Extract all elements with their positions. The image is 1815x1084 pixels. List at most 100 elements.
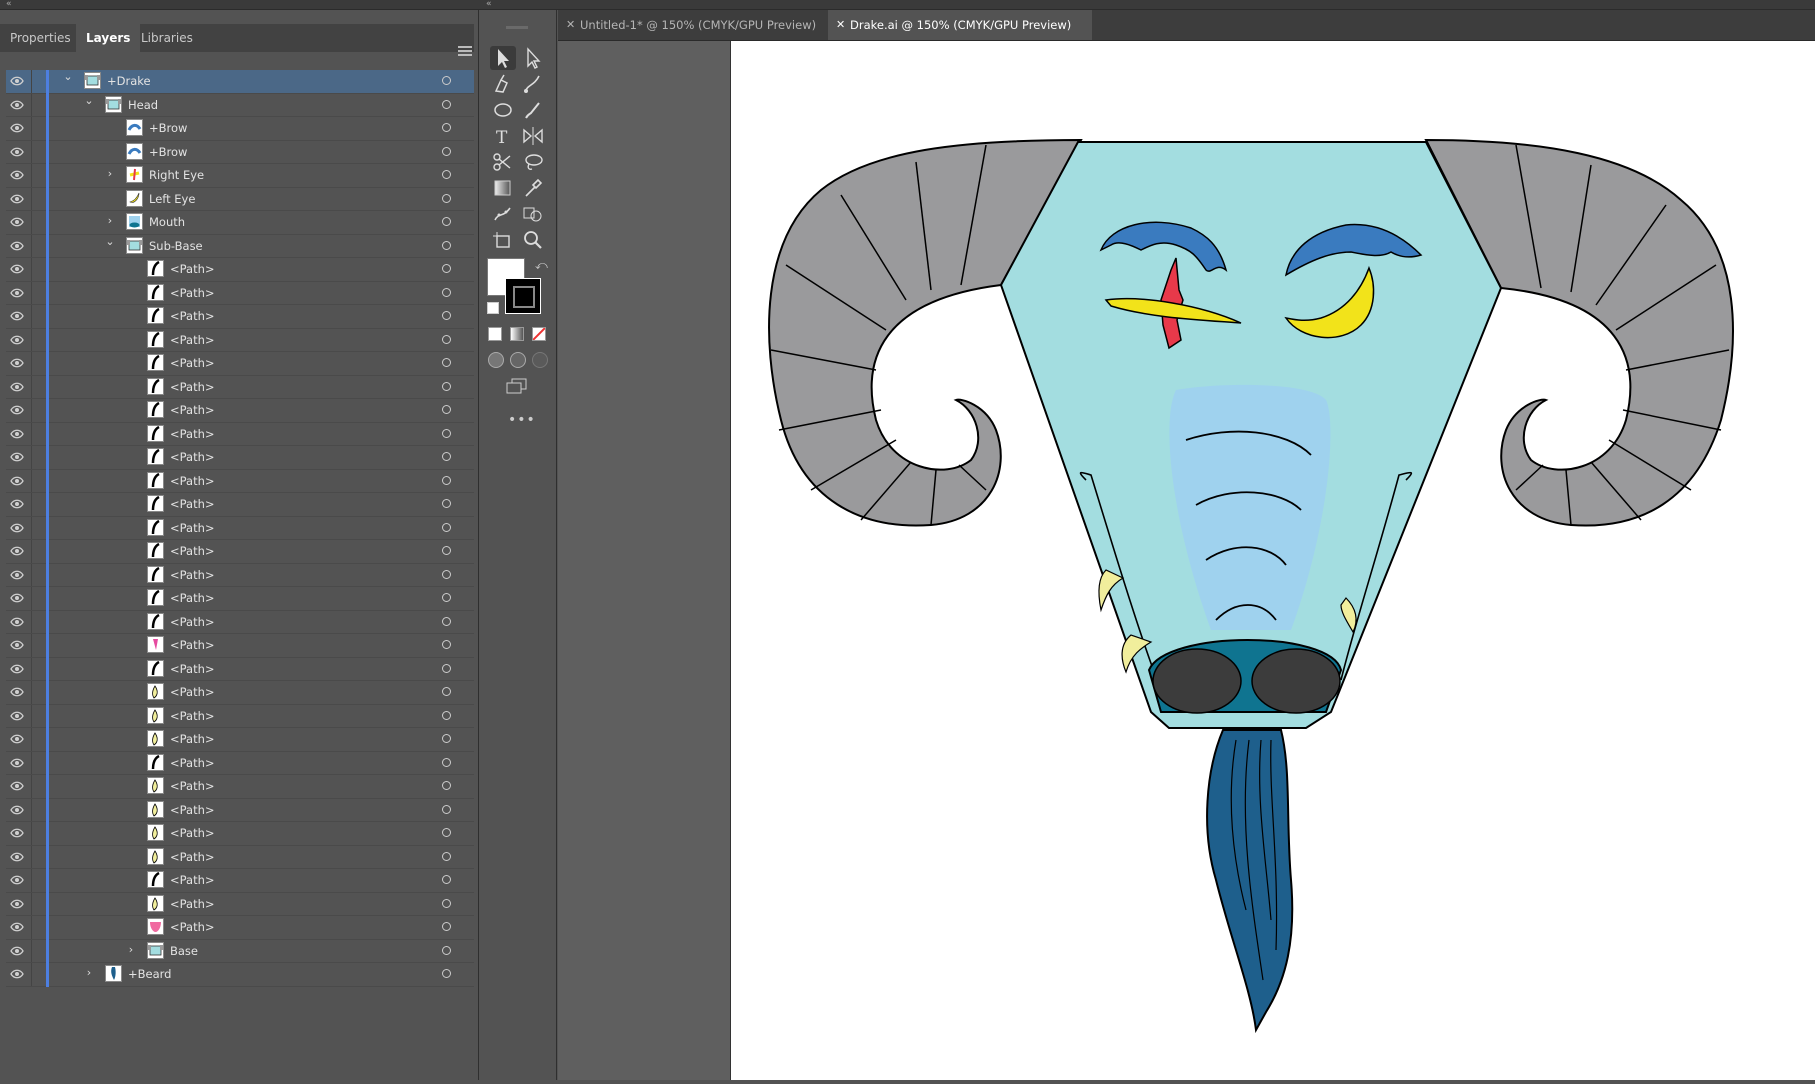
layer-row[interactable]: <Path> xyxy=(6,540,474,564)
layer-row[interactable]: <Path> xyxy=(6,469,474,493)
target-circle-icon[interactable] xyxy=(442,922,451,931)
visibility-eye-icon[interactable] xyxy=(10,544,24,558)
collapse-toolbar-icon[interactable]: « xyxy=(486,0,492,9)
target-circle-icon[interactable] xyxy=(442,217,451,226)
lock-column[interactable] xyxy=(31,93,32,116)
layer-row[interactable]: <Path> xyxy=(6,892,474,916)
tab-properties[interactable]: Properties xyxy=(0,24,81,52)
lasso-tool[interactable] xyxy=(520,150,546,174)
lock-column[interactable] xyxy=(31,516,32,539)
lock-column[interactable] xyxy=(31,657,32,680)
visibility-eye-icon[interactable] xyxy=(10,685,24,699)
type-tool[interactable]: T xyxy=(490,124,516,148)
gradient-mode-button[interactable] xyxy=(510,327,524,341)
puppet-warp-tool[interactable] xyxy=(490,202,516,226)
lock-column[interactable] xyxy=(31,892,32,915)
target-circle-icon[interactable] xyxy=(442,616,451,626)
visibility-eye-icon[interactable] xyxy=(10,168,24,182)
target-circle-icon[interactable] xyxy=(442,546,451,555)
visibility-eye-icon[interactable] xyxy=(10,873,24,887)
visibility-eye-icon[interactable] xyxy=(10,333,24,347)
visibility-eye-icon[interactable] xyxy=(10,850,24,864)
target-circle-icon[interactable] xyxy=(442,663,451,673)
visibility-eye-icon[interactable] xyxy=(10,427,24,441)
doc-tab-drake[interactable]: ✕ Drake.ai @ 150% (CMYK/GPU Preview) xyxy=(828,10,1092,40)
lock-column[interactable] xyxy=(31,916,32,939)
lock-column[interactable] xyxy=(31,493,32,516)
lock-column[interactable] xyxy=(31,234,32,257)
layer-row[interactable]: +Brow xyxy=(6,117,474,141)
lock-column[interactable] xyxy=(31,704,32,727)
layer-row[interactable]: <Path> xyxy=(6,822,474,846)
visibility-eye-icon[interactable] xyxy=(10,967,24,981)
layer-row[interactable]: +Brow xyxy=(6,140,474,164)
chevron-down-icon[interactable]: ⌄ xyxy=(62,71,74,83)
visibility-eye-icon[interactable] xyxy=(10,98,24,112)
target-circle-icon[interactable] xyxy=(442,99,451,109)
target-circle-icon[interactable] xyxy=(442,76,451,85)
more-tools-icon[interactable]: ••• xyxy=(508,412,536,428)
target-circle-icon[interactable] xyxy=(442,804,451,814)
layer-row[interactable]: <Path> xyxy=(6,704,474,728)
draw-inside-icon[interactable] xyxy=(532,352,548,368)
target-circle-icon[interactable] xyxy=(442,969,451,978)
layer-row[interactable]: <Path> xyxy=(6,563,474,587)
target-circle-icon[interactable] xyxy=(442,193,451,203)
layer-row[interactable]: ⌄ +Drake xyxy=(6,70,474,94)
lock-column[interactable] xyxy=(31,140,32,163)
target-circle-icon[interactable] xyxy=(442,170,451,179)
lock-column[interactable] xyxy=(31,939,32,962)
layer-row[interactable]: <Path> xyxy=(6,681,474,705)
doc-tab-untitled[interactable]: ✕ Untitled-1* @ 150% (CMYK/GPU Preview) xyxy=(558,10,842,40)
target-circle-icon[interactable] xyxy=(442,522,451,532)
target-circle-icon[interactable] xyxy=(442,945,451,955)
layer-row[interactable]: › Right Eye xyxy=(6,164,474,188)
visibility-eye-icon[interactable] xyxy=(10,732,24,746)
visibility-eye-icon[interactable] xyxy=(10,709,24,723)
target-circle-icon[interactable] xyxy=(442,475,451,485)
target-circle-icon[interactable] xyxy=(442,781,451,790)
layer-row[interactable]: <Path> xyxy=(6,446,474,470)
reflect-tool[interactable] xyxy=(520,124,546,148)
target-circle-icon[interactable] xyxy=(442,358,451,367)
scissors-tool[interactable] xyxy=(490,150,516,174)
curvature-tool[interactable] xyxy=(520,72,546,96)
shape-builder-tool[interactable] xyxy=(520,202,546,226)
lock-column[interactable] xyxy=(31,164,32,187)
zoom-tool[interactable] xyxy=(520,228,546,252)
visibility-eye-icon[interactable] xyxy=(10,920,24,934)
visibility-eye-icon[interactable] xyxy=(10,897,24,911)
chevron-right-icon[interactable]: › xyxy=(83,967,95,979)
layer-row[interactable]: ⌄ Head xyxy=(6,93,474,117)
target-circle-icon[interactable] xyxy=(442,734,451,743)
target-circle-icon[interactable] xyxy=(442,640,451,649)
visibility-eye-icon[interactable] xyxy=(10,638,24,652)
eyedropper-tool[interactable] xyxy=(520,176,546,200)
chevron-down-icon[interactable]: ⌄ xyxy=(83,94,95,107)
lock-column[interactable] xyxy=(31,422,32,445)
lock-column[interactable] xyxy=(31,587,32,610)
chevron-down-icon[interactable]: ⌄ xyxy=(104,235,116,248)
layer-row[interactable]: <Path> xyxy=(6,399,474,423)
toolbar-grip[interactable] xyxy=(506,26,528,29)
panel-menu-icon[interactable] xyxy=(458,44,472,58)
layer-row[interactable]: <Path> xyxy=(6,869,474,893)
layer-row[interactable]: <Path> xyxy=(6,798,474,822)
visibility-eye-icon[interactable] xyxy=(10,121,24,135)
layer-row[interactable]: › +Beard xyxy=(6,963,474,987)
lock-column[interactable] xyxy=(31,963,32,986)
layer-row[interactable]: <Path> xyxy=(6,610,474,634)
lock-column[interactable] xyxy=(31,469,32,492)
visibility-eye-icon[interactable] xyxy=(10,756,24,770)
visibility-eye-icon[interactable] xyxy=(10,662,24,676)
visibility-eye-icon[interactable] xyxy=(10,145,24,159)
direct-selection-tool[interactable] xyxy=(520,46,546,70)
target-circle-icon[interactable] xyxy=(442,875,451,884)
target-circle-icon[interactable] xyxy=(442,710,451,720)
lock-column[interactable] xyxy=(31,869,32,892)
target-circle-icon[interactable] xyxy=(442,898,451,908)
visibility-eye-icon[interactable] xyxy=(10,803,24,817)
lock-column[interactable] xyxy=(31,117,32,140)
layer-row[interactable]: <Path> xyxy=(6,328,474,352)
target-circle-icon[interactable] xyxy=(442,687,451,696)
